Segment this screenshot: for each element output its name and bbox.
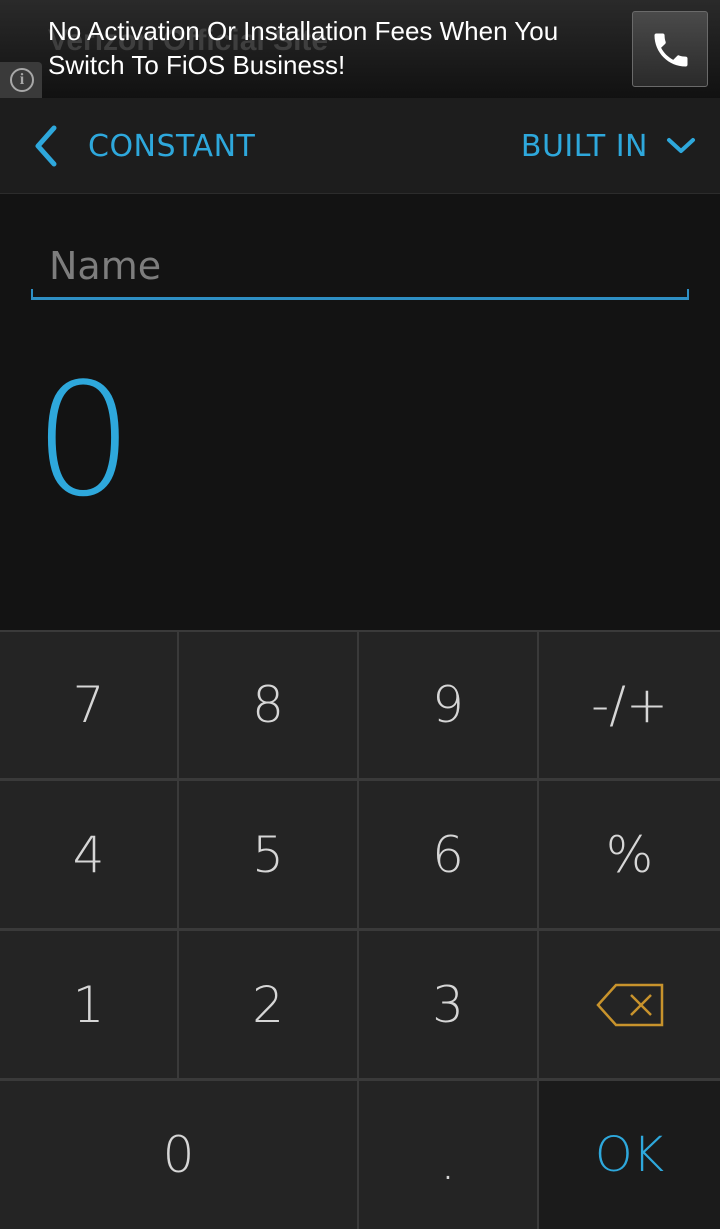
ad-call-button[interactable] bbox=[632, 11, 708, 87]
key-0[interactable]: 0 bbox=[0, 1081, 357, 1229]
key-decimal[interactable]: . bbox=[359, 1081, 537, 1229]
key-9[interactable]: 9 bbox=[359, 632, 537, 778]
back-label: CONSTANT bbox=[88, 128, 256, 164]
chevron-left-icon bbox=[35, 125, 57, 167]
key-3[interactable]: 3 bbox=[359, 931, 537, 1078]
name-field bbox=[31, 234, 689, 300]
key-8[interactable]: 8 bbox=[179, 632, 357, 778]
ad-headline[interactable]: No Activation Or Installation Fees When … bbox=[48, 14, 618, 82]
key-7[interactable]: 7 bbox=[0, 632, 177, 778]
chevron-down-icon bbox=[667, 138, 695, 153]
key-percent[interactable]: % bbox=[539, 781, 720, 928]
dropdown-label: BUILT IN bbox=[520, 128, 648, 164]
key-6[interactable]: 6 bbox=[359, 781, 537, 928]
key-negate[interactable]: -/+ bbox=[539, 632, 720, 778]
backspace-button[interactable] bbox=[539, 931, 720, 1078]
action-bar: CONSTANT BUILT IN bbox=[0, 98, 720, 194]
key-5[interactable]: 5 bbox=[179, 781, 357, 928]
key-2[interactable]: 2 bbox=[179, 931, 357, 1078]
ad-info-button[interactable]: i bbox=[0, 62, 42, 98]
key-4[interactable]: 4 bbox=[0, 781, 177, 928]
keypad: 7 8 9 -/+ 4 5 6 % 1 2 3 0 . OK bbox=[0, 630, 720, 1229]
value-display: 0 bbox=[34, 349, 134, 531]
ok-button[interactable]: OK bbox=[539, 1081, 720, 1229]
key-1[interactable]: 1 bbox=[0, 931, 177, 1078]
backspace-icon bbox=[595, 983, 663, 1026]
back-button[interactable]: CONSTANT bbox=[30, 122, 255, 170]
name-input[interactable] bbox=[49, 240, 669, 292]
category-dropdown[interactable]: BUILT IN bbox=[521, 122, 696, 170]
info-icon: i bbox=[10, 68, 34, 92]
ad-banner[interactable]: Verizon Official Site No Activation Or I… bbox=[0, 0, 720, 98]
phone-icon bbox=[654, 33, 688, 67]
